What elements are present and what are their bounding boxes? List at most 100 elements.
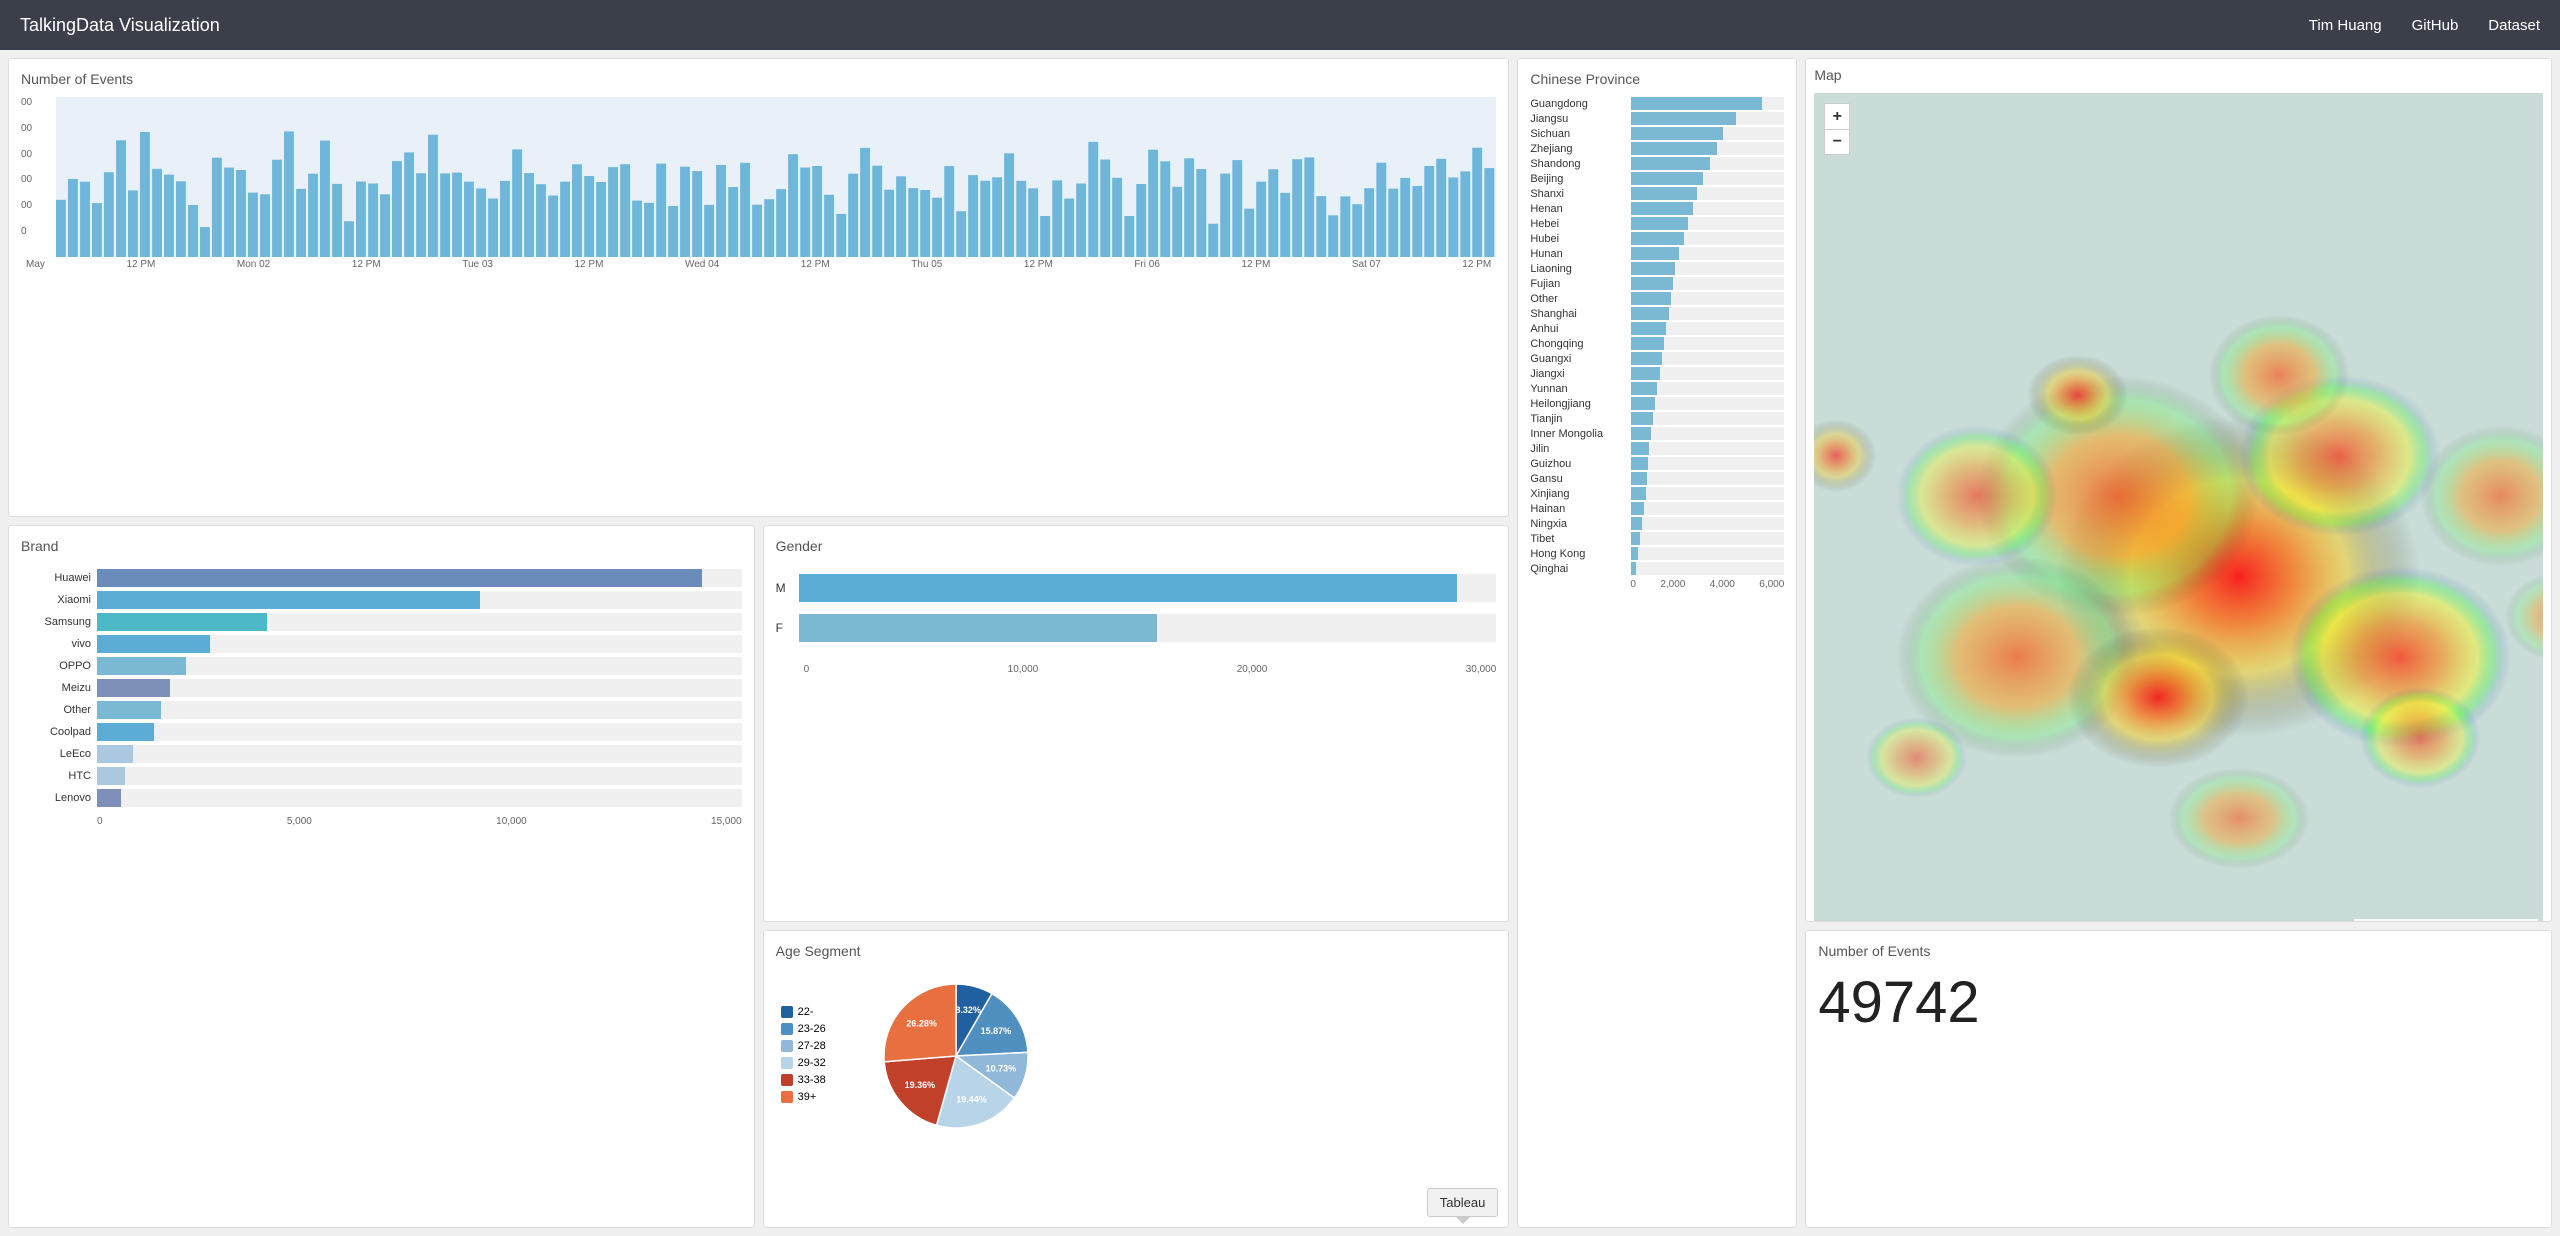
province-bar-row: Shanxi — [1530, 187, 1784, 200]
events-chart-title: Number of Events — [21, 71, 1496, 87]
count-panel: Number of Events 49742 — [1805, 930, 2552, 1228]
province-bar-row: Hong Kong — [1530, 547, 1784, 560]
province-bar-row: Hainan — [1530, 502, 1784, 515]
province-bar-row: Jiangsu — [1530, 112, 1784, 125]
count-title: Number of Events — [1818, 943, 2539, 959]
y-axis: 00 00 00 00 00 0 — [21, 97, 32, 237]
brand-panel: Brand Huawei Xiaomi Samsung vivo OPPO — [8, 525, 755, 1228]
brand-bar-row: Huawei — [21, 569, 742, 587]
province-bar-row: Shanghai — [1530, 307, 1784, 320]
count-value: 49742 — [1818, 969, 2539, 1036]
brand-axis: 0 5,000 10,000 15,000 — [21, 816, 742, 827]
gender-bar-row: F — [776, 614, 1497, 642]
app-title: TalkingData Visualization — [20, 15, 2309, 36]
province-bar-row: Sichuan — [1530, 127, 1784, 140]
province-list: Guangdong Jiangsu Sichuan Zhejiang Shand… — [1530, 97, 1784, 575]
province-bar-row: Jilin — [1530, 442, 1784, 455]
tableau-tooltip: Tableau — [1427, 1188, 1499, 1217]
brand-bar-row: Samsung — [21, 613, 742, 631]
province-bar-row: Guangdong — [1530, 97, 1784, 110]
province-bar-row: Fujian — [1530, 277, 1784, 290]
province-bar-row: Other — [1530, 292, 1784, 305]
nav-github[interactable]: GitHub — [2412, 17, 2459, 34]
map-heatmap — [1814, 93, 2543, 922]
province-bar-row: Heilongjiang — [1530, 397, 1784, 410]
x-axis-labels: May 12 PM Mon 02 12 PM Tue 03 12 PM Wed … — [21, 259, 1496, 270]
age-legend: 22- 23-26 27-28 29-32 33-38 39+ — [781, 1006, 826, 1103]
header-nav: Tim Huang GitHub Dataset — [2309, 17, 2540, 34]
gender-axis: 0 10,000 20,000 30,000 — [776, 664, 1497, 675]
brand-bars: Huawei Xiaomi Samsung vivo OPPO — [21, 564, 742, 812]
age-panel: Age Segment 22- 23-26 27-28 29-32 33-38 … — [763, 930, 1510, 1228]
events-bar-chart — [56, 97, 1496, 257]
gender-panel: Gender M F 0 10,000 20,000 30,000 — [763, 525, 1510, 922]
age-pie-chart: 8.32% 15.87% 10.73% 19.44% 19.36% 26.28% — [846, 974, 1046, 1134]
brand-bar-row: vivo — [21, 635, 742, 653]
events-chart-wrapper: 00 00 00 00 00 0 — [21, 97, 1496, 257]
main-container: Number of Events 00 00 00 00 00 0 May 12… — [0, 50, 2560, 1236]
map-container: + − — [1814, 93, 2543, 922]
brand-bar-row: OPPO — [21, 657, 742, 675]
svg-text:10.73%: 10.73% — [985, 1064, 1016, 1074]
svg-text:15.87%: 15.87% — [980, 1026, 1011, 1036]
province-bar-row: Tibet — [1530, 532, 1784, 545]
pie-container: 22- 23-26 27-28 29-32 33-38 39+ 8.32% 15.… — [776, 969, 1497, 1139]
zoom-in-button[interactable]: + — [1824, 103, 1850, 129]
svg-text:26.28%: 26.28% — [906, 1019, 937, 1029]
age-title: Age Segment — [776, 943, 1497, 959]
province-bar-row: Xinjiang — [1530, 487, 1784, 500]
province-bar-row: Beijing — [1530, 172, 1784, 185]
app-header: TalkingData Visualization Tim Huang GitH… — [0, 0, 2560, 50]
age-legend-item: 27-28 — [781, 1040, 826, 1052]
province-bar-row: Ningxia — [1530, 517, 1784, 530]
province-bar-row: Jiangxi — [1530, 367, 1784, 380]
province-bar-row: Tianjin — [1530, 412, 1784, 425]
brand-title: Brand — [21, 538, 742, 554]
province-bar-row: Liaoning — [1530, 262, 1784, 275]
province-bar-row: Shandong — [1530, 157, 1784, 170]
age-legend-item: 22- — [781, 1006, 826, 1018]
province-bar-row: Chongqing — [1530, 337, 1784, 350]
brand-bar-row: Lenovo — [21, 789, 742, 807]
svg-text:19.36%: 19.36% — [904, 1080, 935, 1090]
gender-title: Gender — [776, 538, 1497, 554]
brand-bar-row: Xiaomi — [21, 591, 742, 609]
brand-bar-row: HTC — [21, 767, 742, 785]
age-legend-item: 33-38 — [781, 1074, 826, 1086]
brand-bar-row: LeEco — [21, 745, 742, 763]
age-legend-item: 23-26 — [781, 1023, 826, 1035]
province-bar-row: Zhejiang — [1530, 142, 1784, 155]
brand-bar-row: Meizu — [21, 679, 742, 697]
province-bar-row: Inner Mongolia — [1530, 427, 1784, 440]
map-title: Map — [1814, 67, 2543, 83]
map-attribution: Leaflet | © OpenStreetMap Contributors — [2354, 919, 2538, 922]
province-bar-row: Gansu — [1530, 472, 1784, 485]
svg-text:8.32%: 8.32% — [955, 1005, 981, 1015]
gender-bar-row: M — [776, 574, 1497, 602]
province-bar-row: Qinghai — [1530, 562, 1784, 575]
gender-bars: M F — [776, 564, 1497, 664]
province-bar-row: Yunnan — [1530, 382, 1784, 395]
age-legend-item: 29-32 — [781, 1057, 826, 1069]
zoom-out-button[interactable]: − — [1824, 129, 1850, 155]
events-chart-panel: Number of Events 00 00 00 00 00 0 May 12… — [8, 58, 1509, 517]
province-bar-row: Guizhou — [1530, 457, 1784, 470]
map-panel: Map + − — [1805, 58, 2552, 922]
svg-text:19.44%: 19.44% — [956, 1095, 987, 1105]
nav-dataset[interactable]: Dataset — [2488, 17, 2540, 34]
province-bar-row: Hubei — [1530, 232, 1784, 245]
province-bar-row: Guangxi — [1530, 352, 1784, 365]
osm-link[interactable]: OpenStreetMap — [2406, 921, 2477, 922]
province-title: Chinese Province — [1530, 71, 1784, 87]
nav-tim-huang[interactable]: Tim Huang — [2309, 17, 2382, 34]
province-panel: Chinese Province Guangdong Jiangsu Sichu… — [1517, 58, 1797, 1228]
province-axis: 0 2,000 4,000 6,000 — [1530, 579, 1784, 590]
brand-bar-row: Coolpad — [21, 723, 742, 741]
map-controls: + − — [1824, 103, 1850, 155]
province-bar-row: Hebei — [1530, 217, 1784, 230]
province-bar-row: Anhui — [1530, 322, 1784, 335]
brand-bar-row: Other — [21, 701, 742, 719]
age-legend-item: 39+ — [781, 1091, 826, 1103]
province-bar-row: Henan — [1530, 202, 1784, 215]
province-bar-row: Hunan — [1530, 247, 1784, 260]
